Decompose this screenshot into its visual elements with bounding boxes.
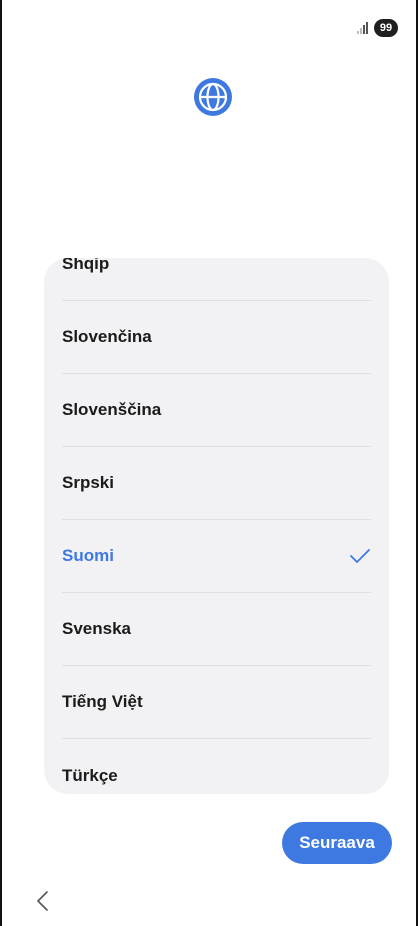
- checkmark-icon: [350, 549, 370, 563]
- next-button[interactable]: Seuraava: [282, 822, 392, 864]
- language-item-srpski[interactable]: Srpski: [62, 447, 371, 520]
- language-label: Türkçe: [62, 765, 118, 785]
- status-bar: 99: [357, 18, 398, 38]
- battery-indicator: 99: [374, 19, 398, 37]
- chevron-left-icon[interactable]: [32, 888, 54, 914]
- language-item-tieng-viet[interactable]: Tiếng Việt: [62, 666, 371, 739]
- language-item-shqip[interactable]: Shqip: [62, 258, 371, 301]
- globe-icon: [194, 78, 232, 116]
- language-label: Shqip: [62, 258, 110, 273]
- language-label: Tiếng Việt: [62, 692, 143, 711]
- language-label: Svenska: [62, 619, 131, 638]
- device-frame-left: [0, 0, 2, 926]
- language-list[interactable]: Shqip Slovenčina Slovenščina Srpski Suom…: [44, 258, 389, 794]
- language-item-slovencina[interactable]: Slovenčina: [62, 301, 371, 374]
- language-item-suomi[interactable]: Suomi: [62, 520, 371, 593]
- language-label: Suomi: [62, 546, 114, 565]
- signal-bars-icon: [357, 22, 368, 34]
- language-label: Slovenščina: [62, 400, 162, 419]
- language-label: Srpski: [62, 473, 114, 492]
- language-label: Slovenčina: [62, 327, 152, 346]
- language-item-slovenscina[interactable]: Slovenščina: [62, 374, 371, 447]
- language-item-turkce[interactable]: Türkçe: [62, 739, 371, 794]
- language-item-svenska[interactable]: Svenska: [62, 593, 371, 666]
